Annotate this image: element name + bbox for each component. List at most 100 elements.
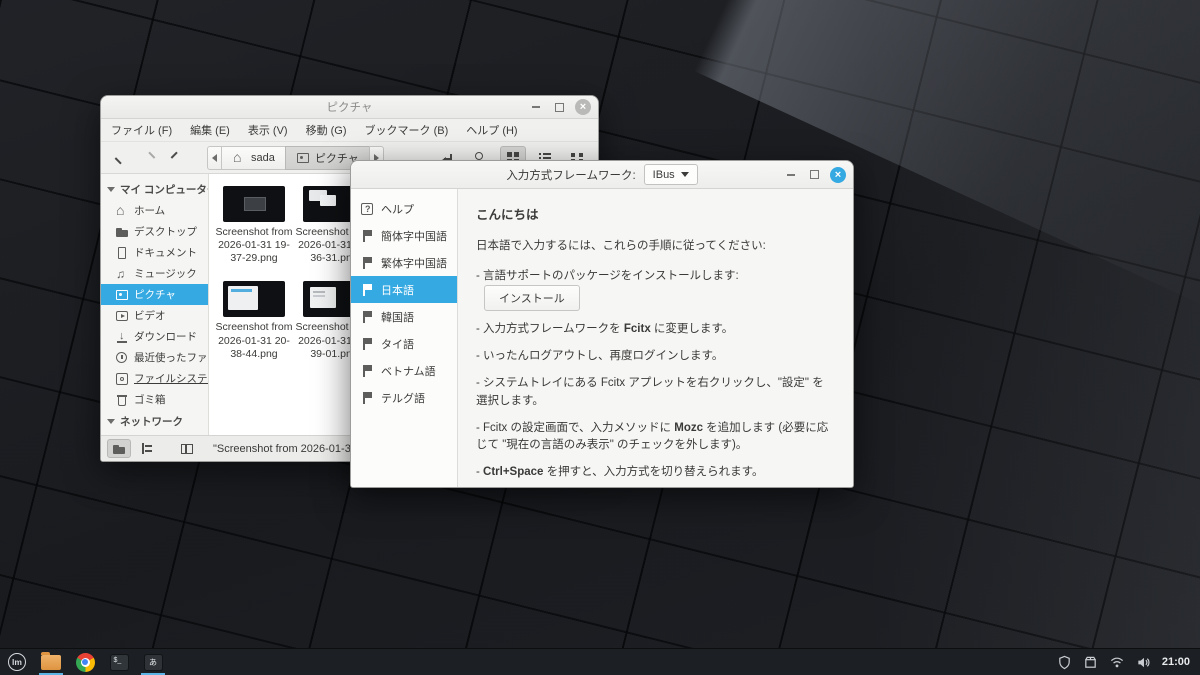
home-icon — [115, 204, 129, 218]
fm-menu-item-4[interactable]: ブックマーク (B) — [365, 122, 449, 138]
expander-icon[interactable] — [107, 187, 115, 192]
instruction-steps: - 言語サポートのパッケージをインストールします: インストール - 入力方式フレ… — [476, 268, 835, 482]
fm-sidebar-section-header: ネットワーク — [101, 410, 208, 432]
fm-titlebar[interactable]: ピクチャ × — [101, 96, 598, 119]
language-item[interactable]: 日本語 — [351, 276, 457, 303]
sidebar-item-label: ビデオ — [134, 308, 166, 323]
fm-menu-item-0[interactable]: ファイル (F) — [111, 122, 172, 138]
up-icon — [171, 151, 184, 164]
breadcrumb-item-0[interactable]: sada — [221, 146, 286, 170]
language-label: 韓国語 — [381, 309, 414, 325]
breadcrumb-items: sadaピクチャ — [222, 146, 370, 170]
fm-sidebar-item[interactable]: ビデオ — [101, 305, 208, 326]
file-item[interactable]: Screenshot from 2026-01-31 19-37-29.png — [215, 186, 293, 265]
volume-icon[interactable] — [1136, 655, 1151, 670]
flag-icon — [360, 229, 374, 243]
sidebar-item-label: デスクトップ — [134, 224, 197, 239]
language-item[interactable]: 簡体字中国語 — [351, 222, 457, 249]
treeview-toggle-button[interactable] — [135, 439, 159, 458]
flag-icon — [360, 283, 374, 297]
step-text: に変更します。 — [651, 323, 734, 335]
system-tray: 21:00 — [1057, 649, 1200, 675]
download-icon — [115, 330, 129, 344]
install-button[interactable]: インストール — [484, 285, 580, 311]
trash-icon — [115, 393, 129, 407]
instruction-step-4: - Fcitx の設定画面で、入力メソッドに Mozc を追加します (必要に応… — [476, 420, 835, 455]
fm-sidebar-item[interactable]: ダウンロード — [101, 326, 208, 347]
language-item[interactable]: ベトナム語 — [351, 357, 457, 384]
places-toggle-button[interactable] — [107, 439, 131, 458]
fm-sidebar-item[interactable]: 最近使ったファ… — [101, 347, 208, 368]
terminal-button[interactable] — [102, 649, 136, 675]
fm-sidebar-item[interactable]: デスクトップ — [101, 221, 208, 242]
taskbar-launchers — [0, 649, 170, 675]
fm-menu-item-1[interactable]: 編集 (E) — [190, 122, 230, 138]
wifi-icon[interactable] — [1109, 655, 1125, 670]
chrome-button[interactable] — [68, 649, 102, 675]
language-item[interactable]: タイ語 — [351, 330, 457, 357]
fm-menu-item-2[interactable]: 表示 (V) — [248, 122, 288, 138]
language-item[interactable]: ヘルプ — [351, 195, 457, 222]
fm-menu-item-5[interactable]: ヘルプ (H) — [466, 122, 517, 138]
forward-button[interactable] — [137, 146, 161, 170]
framework-dropdown[interactable]: IBus — [644, 164, 698, 185]
back-button[interactable] — [109, 146, 133, 170]
sidebar-toggle-icon — [180, 442, 194, 456]
step-text: - システムトレイにある Fcitx アプレットを右クリックし、"設定" を選択… — [476, 377, 824, 406]
forward-icon — [143, 151, 156, 164]
expander-icon[interactable] — [107, 419, 115, 424]
section-label: マイ コンピューター — [120, 182, 209, 197]
sidebar-item-label: ミュージック — [134, 266, 197, 281]
dialog-titlebar[interactable]: 入力方式フレームワーク: IBus × — [351, 161, 853, 189]
language-label: 日本語 — [381, 282, 414, 298]
close-button[interactable]: × — [830, 167, 846, 183]
fm-sidebar: マイ コンピューターホームデスクトップドキュメントミュージックピクチャビデオダウ… — [101, 174, 209, 435]
update-manager-icon[interactable] — [1083, 655, 1098, 670]
file-name: Screenshot from 2026-01-31 19-37-29.png — [215, 226, 293, 265]
instruction-step-1: - 入力方式フレームワークを Fcitx に変更します。 — [476, 321, 835, 338]
step-text: - いったんログアウトし、再度ログインします。 — [476, 350, 723, 362]
clock[interactable]: 21:00 — [1162, 656, 1190, 668]
home-icon — [232, 151, 246, 165]
breadcrumb-scroll-left[interactable] — [207, 146, 222, 170]
sidebar-toggle-button[interactable] — [175, 439, 199, 458]
file-thumbnail — [223, 186, 285, 222]
help-icon — [360, 202, 374, 216]
maximize-button[interactable] — [552, 100, 566, 114]
input-method-dialog: 入力方式フレームワーク: IBus × ヘルプ簡体字中国語繁体字中国語日本語韓国… — [350, 160, 854, 488]
step-text: - 言語サポートのパッケージをインストールします: — [476, 270, 739, 282]
folder-icon — [115, 225, 129, 239]
minimize-button[interactable] — [529, 100, 543, 114]
minimize-button[interactable] — [784, 168, 798, 182]
language-item[interactable]: 韓国語 — [351, 303, 457, 330]
close-button[interactable]: × — [575, 99, 591, 115]
files-icon — [41, 655, 61, 670]
maximize-button[interactable] — [807, 168, 821, 182]
language-label: 繁体字中国語 — [381, 255, 447, 271]
fm-sidebar-item[interactable]: ホーム — [101, 200, 208, 221]
up-button[interactable] — [165, 146, 189, 170]
image-icon — [115, 288, 129, 302]
dialog-title: 入力方式フレームワーク: — [506, 167, 635, 183]
fm-menu-item-3[interactable]: 移動 (G) — [306, 122, 347, 138]
file-item[interactable]: Screenshot from 2026-01-31 20-38-44.png — [215, 281, 293, 360]
fm-sidebar-item[interactable]: ゴミ箱 — [101, 389, 208, 410]
fm-sidebar-item[interactable]: ファイルシステム — [101, 368, 208, 389]
fm-sidebar-item[interactable]: ピクチャ — [101, 284, 208, 305]
input-method-button[interactable] — [136, 649, 170, 675]
fm-sidebar-item[interactable]: ミュージック — [101, 263, 208, 284]
step-text: - 入力方式フレームワークを — [476, 323, 624, 335]
flag-icon — [360, 364, 374, 378]
mint-menu-button[interactable] — [0, 649, 34, 675]
section-label: ネットワーク — [120, 414, 183, 429]
step-text: Ctrl+Space — [483, 466, 543, 478]
language-item[interactable]: 繁体字中国語 — [351, 249, 457, 276]
language-item[interactable]: テルグ語 — [351, 384, 457, 411]
sidebar-item-label: ホーム — [134, 203, 165, 218]
files-button[interactable] — [34, 649, 68, 675]
security-shield-icon[interactable] — [1057, 655, 1072, 670]
fm-sidebar-item[interactable]: ドキュメント — [101, 242, 208, 263]
tree-view-icon — [140, 442, 154, 456]
taskbar: 21:00 — [0, 648, 1200, 675]
sidebar-item-label: 最近使ったファ… — [134, 350, 208, 365]
